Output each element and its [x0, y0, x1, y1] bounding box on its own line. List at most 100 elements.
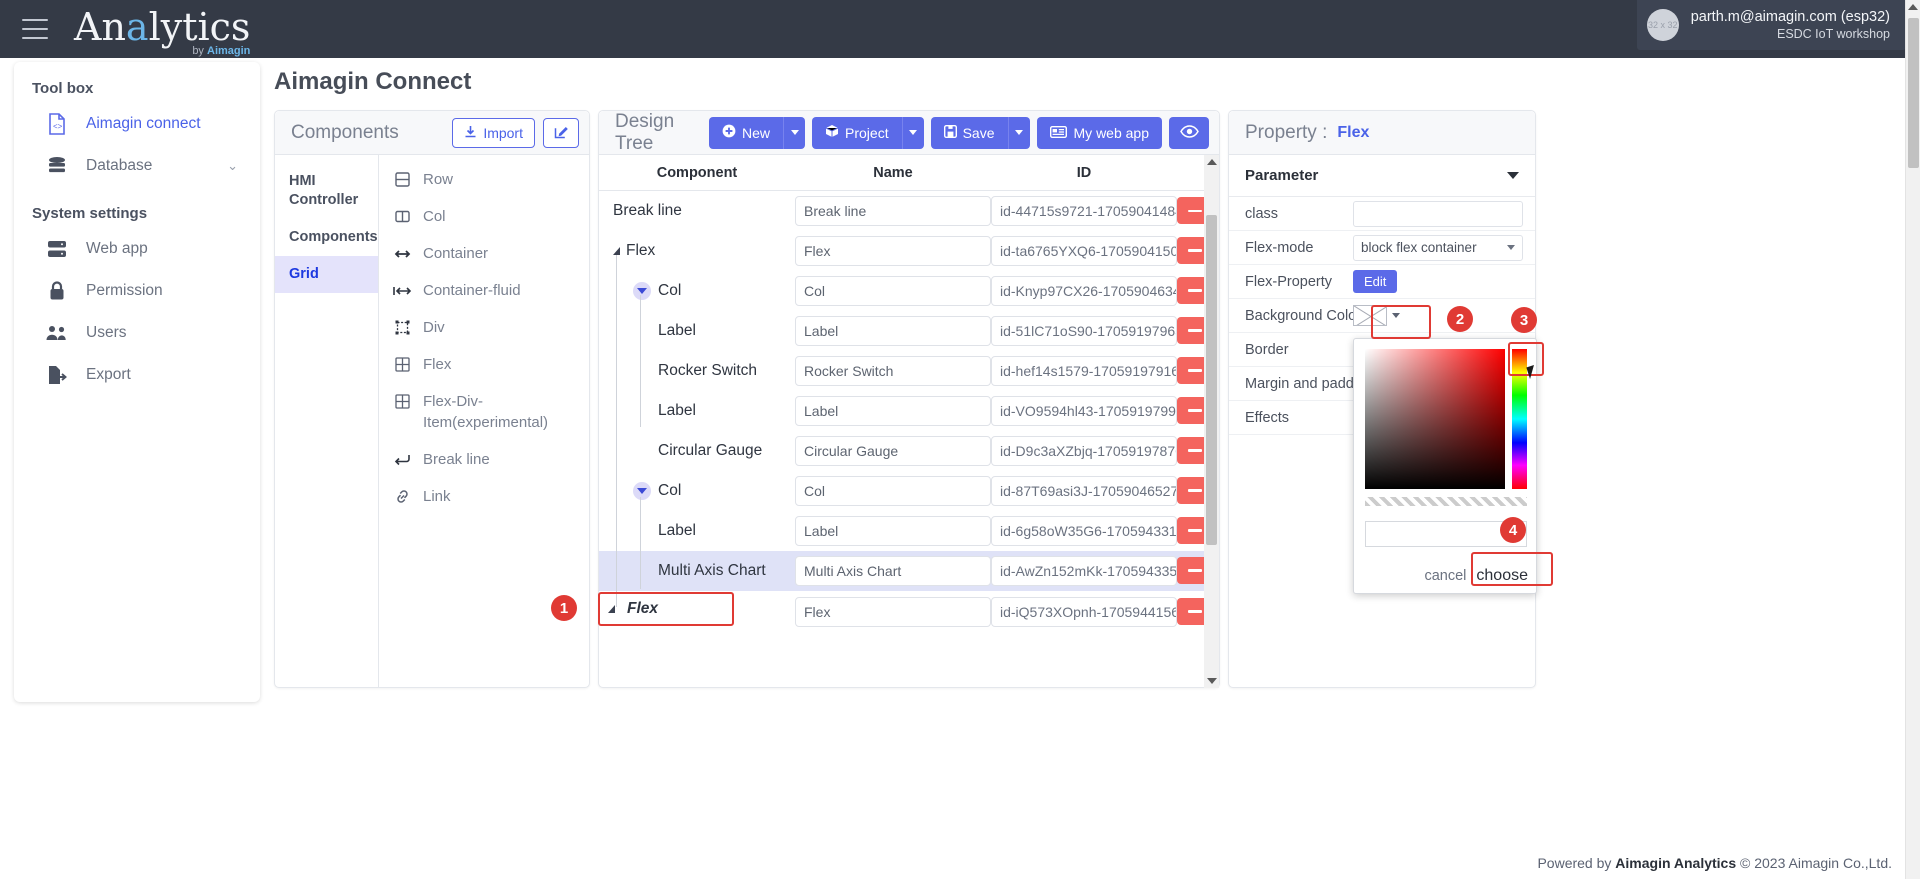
category-hmi-controller[interactable]: HMI Controller — [275, 163, 378, 219]
expand-caret-icon[interactable] — [633, 281, 651, 300]
new-dropdown-toggle[interactable] — [783, 116, 806, 149]
column-header-id: ID — [991, 155, 1177, 191]
component-item-break-line[interactable]: Break line — [379, 441, 589, 478]
name-input[interactable]: Flex — [795, 235, 991, 266]
save-dropdown-toggle[interactable] — [1007, 116, 1030, 149]
id-input[interactable]: id-ta6765YXQ6-170590415036 — [991, 235, 1177, 266]
design-tree-scrollbar[interactable] — [1204, 155, 1219, 688]
name-input[interactable]: Label — [795, 515, 991, 546]
sidebar-item-export[interactable]: Export — [14, 354, 260, 396]
edit-components-button[interactable] — [543, 117, 579, 148]
collapse-triangle-icon[interactable] — [608, 605, 615, 613]
flex-mode-select[interactable]: block flex container — [1353, 234, 1523, 261]
chevron-down-icon[interactable]: ⌄ — [227, 158, 238, 174]
name-input[interactable]: Flex — [795, 596, 991, 627]
alpha-slider[interactable] — [1365, 497, 1527, 506]
table-row[interactable]: Col Col id-87T69asi3J-170590465276 — [599, 471, 1219, 511]
component-item-row[interactable]: Row — [379, 161, 589, 198]
component-item-container[interactable]: Container — [379, 235, 589, 272]
parameter-section-header[interactable]: Parameter — [1229, 155, 1535, 197]
id-input[interactable]: id-D9c3aXZbjq-170591978769 — [991, 435, 1177, 466]
sidebar-item-web-app[interactable]: Web app — [14, 228, 260, 270]
new-button[interactable]: New — [709, 116, 784, 149]
project-dropdown-toggle[interactable] — [901, 116, 924, 149]
hue-slider[interactable] — [1512, 349, 1527, 489]
table-row[interactable]: Flex Flex id-ta6765YXQ6-170590415036 — [599, 231, 1219, 271]
component-item-link[interactable]: Link — [379, 478, 589, 515]
components-panel: Components Import HMI Controller Compone… — [274, 110, 590, 688]
category-components[interactable]: Components — [275, 219, 378, 256]
table-row[interactable]: Label Label id-51lC71oS90-170591979659 — [599, 311, 1219, 351]
app-logo[interactable]: Analytics by Aimagin — [74, 7, 250, 57]
sidebar-item-database[interactable]: Database ⌄ — [14, 145, 260, 187]
table-row[interactable]: Multi Axis Chart Multi Axis Chart id-AwZ… — [599, 550, 1219, 591]
color-swatch[interactable] — [1353, 305, 1387, 326]
save-button[interactable]: Save — [930, 116, 1008, 149]
property-row-flex-mode: Flex-mode block flex container — [1229, 231, 1535, 265]
background-color-picker-toggle[interactable] — [1353, 305, 1400, 326]
table-row[interactable]: Col Col id-Knyp97CX26-170590463497 — [599, 271, 1219, 311]
scroll-down-icon[interactable] — [1206, 678, 1217, 684]
sidebar-item-aimagin-connect[interactable]: <> Aimagin connect — [14, 103, 260, 145]
name-input[interactable]: Col — [795, 475, 991, 506]
name-input[interactable]: Circular Gauge — [795, 435, 991, 466]
choose-button[interactable]: choose — [1476, 567, 1528, 585]
id-input[interactable]: id-VO9594hl43-170591979937 — [991, 395, 1177, 426]
page-scrollbar[interactable] — [1905, 0, 1920, 879]
collapse-triangle-icon[interactable] — [613, 246, 620, 255]
chevron-down-icon[interactable] — [1507, 172, 1519, 179]
saturation-value-area[interactable] — [1365, 349, 1505, 489]
id-input[interactable]: id-44715s9721-170590414845 — [991, 195, 1177, 226]
name-input[interactable]: Col — [795, 275, 991, 306]
preview-button[interactable] — [1169, 116, 1209, 149]
scrollbar-thumb[interactable] — [1908, 18, 1919, 168]
component-item-div[interactable]: Div — [379, 309, 589, 346]
id-input[interactable]: id-AwZn152mKk-17059433589 — [991, 555, 1177, 586]
import-label: Import — [483, 124, 523, 141]
sidebar-item-users[interactable]: Users — [14, 312, 260, 354]
tree-node-label: Label — [658, 521, 696, 539]
name-input[interactable]: Break line — [795, 195, 991, 226]
property-row-class: class — [1229, 197, 1535, 231]
name-input[interactable]: Label — [795, 315, 991, 346]
scroll-up-icon[interactable] — [1206, 159, 1217, 165]
id-input[interactable]: id-iQ573XOpnh-170594415665 — [991, 596, 1177, 627]
color-picker-popup[interactable]: cancel choose — [1353, 338, 1537, 594]
table-row[interactable]: Circular Gauge Circular Gauge id-D9c3aXZ… — [599, 431, 1219, 471]
chevron-down-icon[interactable] — [1392, 313, 1400, 318]
class-input[interactable] — [1353, 200, 1523, 227]
table-row[interactable]: Label Label id-VO9594hl43-170591979937 — [599, 391, 1219, 431]
category-grid[interactable]: Grid — [275, 256, 378, 293]
database-icon — [44, 155, 70, 177]
id-input[interactable]: id-hef14s1579-170591979165 — [991, 355, 1177, 386]
hamburger-icon[interactable] — [22, 19, 48, 39]
name-input[interactable]: Label — [795, 395, 991, 426]
table-row[interactable]: Label Label id-6g58oW35G6-17059433101 — [599, 511, 1219, 551]
scrollbar-thumb[interactable] — [1206, 215, 1217, 545]
component-item-col[interactable]: Col — [379, 198, 589, 235]
project-button[interactable]: Project — [812, 116, 902, 149]
expand-caret-icon[interactable] — [633, 481, 651, 500]
top-bar: Analytics by Aimagin 32 x 32 parth.m@aim… — [0, 0, 1920, 58]
component-item-flex[interactable]: Flex — [379, 346, 589, 383]
id-input[interactable]: id-Knyp97CX26-170590463497 — [991, 275, 1177, 306]
user-menu[interactable]: 32 x 32 parth.m@aimagin.com (esp32) ESDC… — [1636, 0, 1906, 50]
table-row[interactable]: Rocker Switch Rocker Switch id-hef14s157… — [599, 351, 1219, 391]
component-item-container-fluid[interactable]: Container-fluid — [379, 272, 589, 309]
id-input[interactable]: id-87T69asi3J-170590465276 — [991, 475, 1177, 506]
table-row[interactable]: Break line Break line id-44715s9721-1705… — [599, 191, 1219, 231]
component-item-flex-div-item[interactable]: Flex-Div-Item(experimental) — [379, 383, 589, 441]
import-button[interactable]: Import — [452, 117, 535, 148]
id-input[interactable]: id-6g58oW35G6-17059433101 — [991, 515, 1177, 546]
cancel-button[interactable]: cancel — [1424, 568, 1466, 584]
name-input[interactable]: Multi Axis Chart — [795, 555, 991, 586]
name-input[interactable]: Rocker Switch — [795, 355, 991, 386]
my-web-app-button[interactable]: My web app — [1036, 116, 1162, 149]
sidebar-item-permission[interactable]: Permission — [14, 270, 260, 312]
id-input[interactable]: id-51lC71oS90-170591979659 — [991, 315, 1177, 346]
flex-property-edit-button[interactable]: Edit — [1353, 270, 1398, 293]
scroll-up-icon[interactable] — [1908, 4, 1918, 10]
property-label: class — [1245, 205, 1279, 222]
component-item-label: Flex — [423, 356, 452, 373]
selected-tree-node-flex[interactable]: Flex — [598, 592, 734, 626]
